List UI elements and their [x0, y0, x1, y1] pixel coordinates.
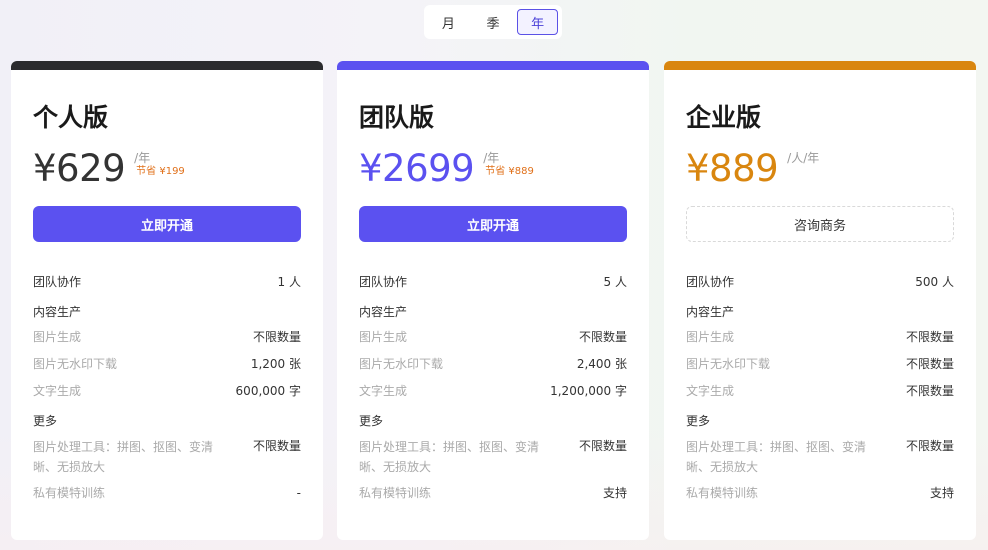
savings-note: 节省 ¥199 [136, 166, 185, 177]
plan-top-bar [11, 61, 323, 70]
feature-row-image-tools: 图片处理工具：拼图、抠图、变清晰、无损放大 不限数量 [33, 439, 301, 474]
period-tab-year[interactable]: 年 [517, 9, 559, 35]
period-tab-quarter[interactable]: 季 [473, 9, 514, 35]
price-unit: /年 [134, 151, 151, 165]
plan-card-enterprise: 企业版 ¥889 /人/年 咨询商务 团队协作 500 人 内容生产 图片生成 … [664, 61, 976, 540]
plan-price: ¥629 [33, 147, 126, 190]
feature-row-watermark-free: 图片无水印下载 2,400 张 [359, 357, 627, 371]
feature-row-watermark-free: 图片无水印下载 1,200 张 [33, 357, 301, 371]
feature-row-image-tools: 图片处理工具：拼图、抠图、变清晰、无损放大 不限数量 [359, 439, 627, 474]
feature-row-text-gen: 文字生成 600,000 字 [33, 384, 301, 398]
plan-price: ¥889 [686, 147, 779, 190]
subscribe-button[interactable]: 立即开通 [33, 206, 301, 242]
price-row: ¥2699 /年 节省 ¥889 [359, 148, 627, 192]
plan-name: 企业版 [686, 103, 762, 132]
feature-row-image-gen: 图片生成 不限数量 [359, 330, 627, 344]
plan-card-personal: 个人版 ¥629 /年 节省 ¥199 立即开通 团队协作 1 人 内容生产 图… [11, 61, 323, 540]
period-tab-month[interactable]: 月 [428, 9, 469, 35]
feature-row-watermark-free: 图片无水印下载 不限数量 [686, 357, 954, 371]
feature-row-team: 团队协作 500 人 [686, 275, 954, 289]
plan-name: 团队版 [359, 103, 435, 132]
feature-row-model-training: 私有模特训练 支持 [359, 486, 627, 500]
price-unit: /年 [483, 151, 500, 165]
price-unit: /人/年 [787, 151, 820, 165]
section-heading-content: 内容生产 [33, 305, 82, 319]
feature-row-team: 团队协作 5 人 [359, 275, 627, 289]
feature-row-text-gen: 文字生成 1,200,000 字 [359, 384, 627, 398]
subscribe-button[interactable]: 立即开通 [359, 206, 627, 242]
feature-row-text-gen: 文字生成 不限数量 [686, 384, 954, 398]
plan-name: 个人版 [33, 103, 109, 132]
section-heading-more: 更多 [359, 414, 384, 428]
feature-row-image-gen: 图片生成 不限数量 [686, 330, 954, 344]
feature-row-model-training: 私有模特训练 - [33, 486, 301, 500]
plan-card-team: 团队版 ¥2699 /年 节省 ¥889 立即开通 团队协作 5 人 内容生产 … [337, 61, 649, 540]
contact-sales-button[interactable]: 咨询商务 [686, 206, 954, 242]
section-heading-more: 更多 [686, 414, 711, 428]
savings-note: 节省 ¥889 [485, 166, 534, 177]
price-row: ¥889 /人/年 [686, 148, 954, 192]
plan-top-bar [664, 61, 976, 70]
plan-price: ¥2699 [359, 147, 475, 190]
feature-row-model-training: 私有模特训练 支持 [686, 486, 954, 500]
feature-row-image-gen: 图片生成 不限数量 [33, 330, 301, 344]
plan-top-bar [337, 61, 649, 70]
feature-row-team: 团队协作 1 人 [33, 275, 301, 289]
billing-period-toggle: 月 季 年 [424, 5, 562, 39]
feature-row-image-tools: 图片处理工具：拼图、抠图、变清晰、无损放大 不限数量 [686, 439, 954, 474]
section-heading-content: 内容生产 [359, 305, 408, 319]
price-row: ¥629 /年 节省 ¥199 [33, 148, 301, 192]
section-heading-more: 更多 [33, 414, 58, 428]
section-heading-content: 内容生产 [686, 305, 735, 319]
